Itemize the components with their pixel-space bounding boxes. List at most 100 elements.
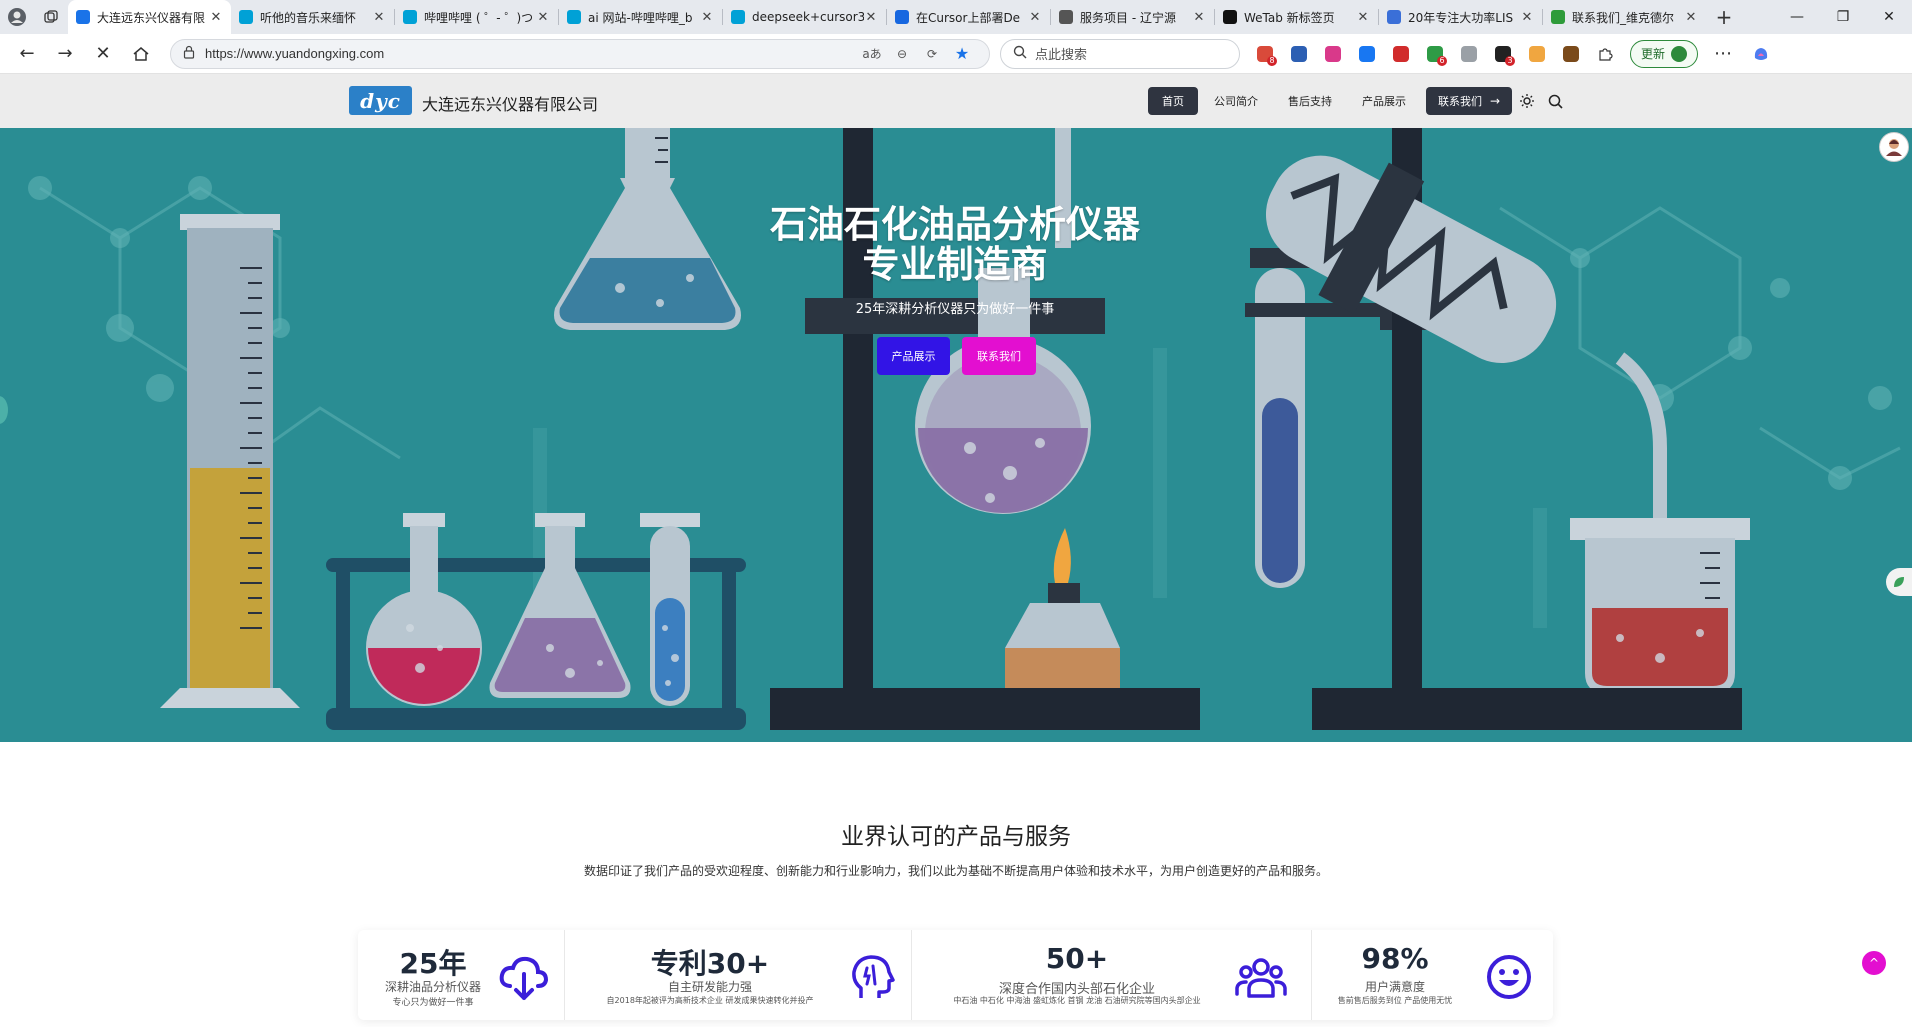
stat-label: 用户满意度 (1364, 980, 1425, 994)
tab-close-icon[interactable]: ✕ (1684, 10, 1698, 25)
copilot-icon[interactable] (1742, 38, 1780, 70)
tab-title: 联系我们_维克德尔 (1572, 10, 1675, 25)
browser-tab[interactable]: deepseek+cursor3 ✕ (723, 0, 886, 34)
url-text[interactable]: https://www.yuandongxing.com (205, 46, 857, 61)
tab-favicon-icon (76, 10, 90, 24)
nav-products[interactable]: 产品展示 (1348, 87, 1420, 115)
tab-close-icon[interactable]: ✕ (372, 10, 386, 25)
browser-tab[interactable]: 服务项目 - 辽宁源 ✕ (1051, 0, 1214, 34)
browser-tab[interactable]: ai 网站-哔哩哔哩_b ✕ (559, 0, 722, 34)
browser-tab-bar: 大连远东兴仪器有限 ✕ 听他的音乐来缅怀 ✕ 哔哩哔哩 ( ゜- ゜)つ ✕ ai 网站-哔… (0, 0, 1912, 34)
favorite-star-icon[interactable]: ★ (947, 44, 977, 63)
tab-favicon-icon (1223, 10, 1237, 24)
section-description: 数据印证了我们产品的受欢迎程度、创新能力和行业影响力，我们以此为基础不断提高用户… (583, 864, 1328, 878)
translate-ext-icon[interactable] (1316, 38, 1350, 70)
zoom-out-icon[interactable]: ⊖ (887, 47, 917, 61)
update-button[interactable]: 更新 (1630, 39, 1699, 68)
tab-title: 听他的音乐来缅怀 (260, 10, 357, 25)
floating-avatar[interactable] (1879, 132, 1909, 162)
search-icon (1013, 45, 1027, 63)
tab-close-icon[interactable]: ✕ (536, 10, 550, 25)
users-icon (1235, 958, 1287, 998)
lock-icon[interactable] (183, 45, 195, 63)
address-bar[interactable]: https://www.yuandongxing.com aあ ⊖ ⟳ ★ (170, 38, 990, 69)
shield-ext-icon[interactable]: 6 (1418, 38, 1452, 70)
cast-ext-icon[interactable] (1452, 38, 1486, 70)
read-aloud-icon[interactable]: aあ (857, 45, 887, 62)
hero-products-button[interactable]: 产品展示 (877, 337, 950, 375)
back-to-top-button[interactable]: ^ (1862, 951, 1886, 975)
restore-button[interactable]: ❐ (1820, 0, 1866, 34)
extensions-puzzle-icon[interactable] (1588, 38, 1622, 70)
theme-toggle-sun-icon[interactable] (1514, 87, 1540, 115)
note-ext-icon[interactable]: 3 (1486, 38, 1520, 70)
stat-note: 售前售后服务到位 产品使用无忧 (1337, 996, 1453, 1005)
puzzle-ext-icon[interactable]: 8 (1248, 38, 1282, 70)
home-icon[interactable] (122, 38, 160, 70)
arrow-right-icon: → (1490, 94, 1501, 108)
new-tab-button[interactable]: + (1706, 0, 1742, 34)
stat-note: 自2018年起被评为高新技术企业 研发成果快速转化并投产 (606, 996, 814, 1005)
adblock-ext-icon[interactable] (1384, 38, 1418, 70)
company-logo[interactable]: dyc (349, 86, 412, 115)
minimize-button[interactable]: — (1774, 0, 1820, 34)
browser-toolbar: ← → ✕ https://www.yuandongxing.com aあ ⊖ … (0, 34, 1912, 74)
nav-contact-button[interactable]: 联系我们 → (1426, 87, 1513, 115)
hero-subtitle: 25年深耕分析仪器只为做好一件事 (855, 302, 1055, 317)
orange-ext-icon[interactable] (1520, 38, 1554, 70)
extension-glyph (1461, 45, 1477, 62)
tab-close-icon[interactable]: ✕ (864, 10, 878, 25)
close-window-button[interactable]: ✕ (1866, 0, 1912, 34)
stat-note: 中石油 中石化 中海油 盛虹炼化 首钢 龙油 石油研究院等国内头部企业 (953, 996, 1201, 1005)
refresh-site-icon[interactable]: ⟳ (917, 47, 947, 61)
stat-note: 专心只为做好一件事 (392, 998, 474, 1008)
tab-close-icon[interactable]: ✕ (1028, 10, 1042, 25)
reader-ext-icon[interactable] (1282, 38, 1316, 70)
stat-card: 98% 用户满意度 售前售后服务到位 产品使用无忧 (1312, 930, 1553, 1020)
profile-avatar-icon[interactable] (0, 0, 34, 34)
nav-service[interactable]: 售后支持 (1274, 87, 1346, 115)
hero-contact-button[interactable]: 联系我们 (962, 337, 1036, 375)
browser-tab[interactable]: 在Cursor上部署De ✕ (887, 0, 1050, 34)
browser-tab[interactable]: 大连远东兴仪器有限 ✕ (68, 0, 231, 34)
site-search-icon[interactable] (1542, 87, 1568, 115)
tab-actions-icon[interactable] (34, 0, 68, 34)
stat-label: 自主研发能力强 (667, 980, 752, 994)
tab-close-icon[interactable]: ✕ (700, 10, 714, 25)
stats-panel: 25年 深耕油品分析仪器 专心只为做好一件事 专利30+ 自主研发能力强 自20… (358, 930, 1553, 1020)
stat-label: 深耕油品分析仪器 (384, 980, 481, 994)
more-menu-icon[interactable]: ⋯ (1704, 38, 1742, 70)
search-box[interactable]: 点此搜索 (1000, 38, 1240, 69)
tab-close-icon[interactable]: ✕ (209, 10, 223, 25)
head-idea-icon (852, 955, 895, 998)
messenger-ext-icon[interactable] (1350, 38, 1384, 70)
browser-tab[interactable]: 哔哩哔哩 ( ゜- ゜)つ ✕ (395, 0, 558, 34)
browser-tab[interactable]: WeTab 新标签页 ✕ (1215, 0, 1378, 34)
side-leaf-icon[interactable] (1886, 568, 1912, 596)
forward-icon[interactable]: → (46, 38, 84, 70)
extension-glyph (1359, 45, 1375, 62)
back-icon[interactable]: ← (8, 38, 46, 70)
browser-tab[interactable]: 听他的音乐来缅怀 ✕ (231, 0, 394, 34)
tab-favicon-icon (731, 10, 745, 24)
site-header: dyc 大连远东兴仪器有限公司 首页 公司简介 售后支持 产品展示 联系我们 → (0, 74, 1912, 128)
tab-favicon-icon (403, 10, 417, 24)
tab-close-icon[interactable]: ✕ (1356, 10, 1370, 25)
logo-text: dyc (360, 88, 401, 113)
tab-favicon-icon (895, 10, 909, 24)
tab-title: WeTab 新标签页 (1244, 10, 1335, 25)
tab-close-icon[interactable]: ✕ (1192, 10, 1206, 25)
nav-about[interactable]: 公司简介 (1200, 87, 1272, 115)
browser-tab[interactable]: 20年专注大功率LIS ✕ (1379, 0, 1542, 34)
tab-close-icon[interactable]: ✕ (1520, 10, 1534, 25)
stop-loading-icon[interactable]: ✕ (84, 38, 122, 70)
stat-card: 25年 深耕油品分析仪器 专心只为做好一件事 (358, 930, 565, 1020)
stat-value: 专利30+ (650, 947, 770, 980)
tab-title: 20年专注大功率LIS (1408, 10, 1514, 25)
hero-banner: 石油石化油品分析仪器专业制造商 25年深耕分析仪器只为做好一件事 产品展示 联系… (0, 128, 1912, 742)
browser-tab[interactable]: 联系我们_维克德尔 ✕ (1543, 0, 1706, 34)
extension-badge: 6 (1437, 55, 1447, 66)
cookie-ext-icon[interactable] (1554, 38, 1588, 70)
extension-glyph (1529, 45, 1545, 62)
nav-home[interactable]: 首页 (1148, 87, 1198, 115)
